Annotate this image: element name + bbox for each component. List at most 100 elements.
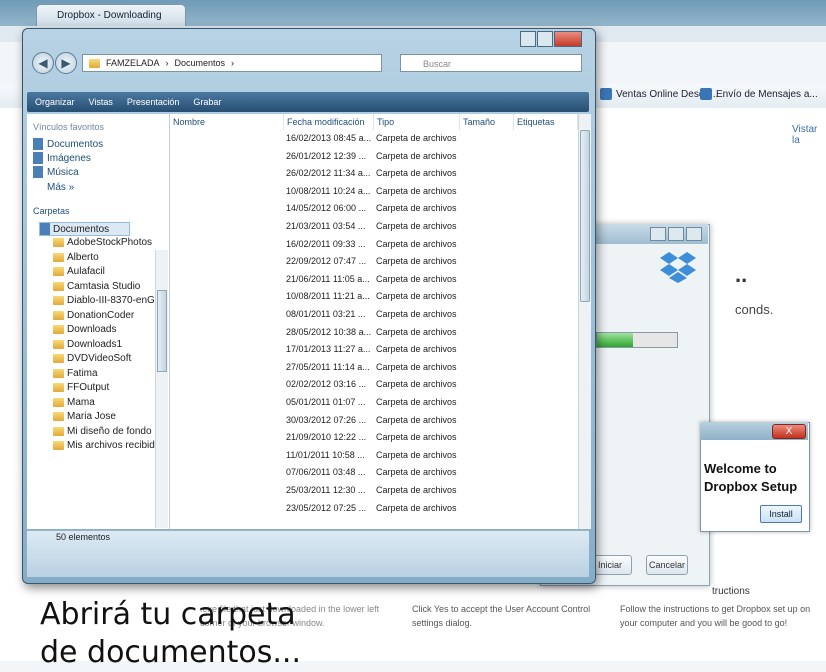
tree-folder[interactable]: DVDVideoSoft — [53, 353, 131, 364]
tree-folder[interactable]: Maria Jose — [53, 411, 116, 422]
search-input[interactable]: Buscar — [400, 54, 582, 72]
file-row[interactable]: Mama28/05/2012 10:38 a...Carpeta de arch… — [170, 325, 578, 340]
tree-label: FFOutput — [67, 382, 110, 393]
bookmark-2[interactable]: Envío de Mensajes a... — [700, 88, 818, 100]
folder-icon — [53, 281, 64, 291]
maximize-icon[interactable] — [537, 31, 553, 47]
tree-folder[interactable]: Fatima — [53, 368, 98, 379]
column-size[interactable]: Tamaño — [460, 114, 514, 130]
file-type: Carpeta de archivos — [376, 379, 457, 390]
more-link[interactable]: Más » — [47, 182, 74, 193]
folder-icon — [89, 58, 100, 68]
back-button[interactable]: ◀ — [32, 52, 54, 74]
file-row[interactable]: Alberto26/01/2012 12:39 ...Carpeta de ar… — [170, 149, 578, 164]
folder-icon — [53, 368, 64, 378]
file-type: Carpeta de archivos — [376, 502, 457, 513]
file-date: 10/08/2011 11:21 a... — [286, 291, 370, 302]
file-row[interactable]: Mi diseño de fondo27/05/2011 11:14 a...C… — [170, 360, 578, 375]
popup-install-button[interactable]: Install — [760, 505, 802, 523]
column-name[interactable]: Nombre — [170, 114, 284, 130]
step-3: Follow the instructions to get Dropbox s… — [620, 604, 811, 628]
folders-heading[interactable]: Carpetas — [33, 206, 70, 216]
tree-folder[interactable]: Camtasia Studio — [53, 281, 140, 292]
file-row[interactable]: DonationCoder21/03/2011 03:54 ...Carpeta… — [170, 219, 578, 234]
tree-folder[interactable]: Mi diseño de fondo — [53, 426, 152, 437]
file-row[interactable]: Diablo-III-8370-enGB-I...14/05/2012 06:0… — [170, 201, 578, 216]
installer-cancel-button[interactable]: Cancelar — [646, 555, 688, 575]
file-date: 16/02/2011 09:33 ... — [286, 238, 366, 249]
popup-close-button[interactable]: X — [772, 424, 806, 439]
file-date: 02/02/2012 03:16 ... — [286, 379, 367, 390]
column-date[interactable]: Fecha modificación — [284, 114, 374, 130]
tree-folder[interactable]: Downloads — [53, 324, 116, 335]
file-row[interactable]: Nokia Suite23/05/2012 07:25 ...Carpeta d… — [170, 501, 578, 516]
folder-icon — [53, 238, 64, 247]
tree-folder[interactable]: DonationCoder — [53, 310, 134, 321]
close-icon[interactable] — [686, 227, 702, 241]
burn-button[interactable]: Grabar — [193, 97, 221, 107]
tree-folder[interactable]: Mis archivos recibidos — [53, 440, 165, 451]
tree-label: AdobeStockPhotos — [67, 237, 153, 248]
tree-folder[interactable]: Mama — [53, 397, 95, 408]
views-button[interactable]: Vistas — [89, 97, 113, 107]
tree-folder[interactable]: Downloads1 — [53, 339, 122, 350]
address-bar[interactable]: FAMZELADA › Documentos › — [82, 54, 382, 72]
file-scroll-thumb[interactable] — [580, 130, 590, 302]
file-row[interactable]: Mis Creaciones Spore05/01/2011 01:07 ...… — [170, 395, 578, 410]
file-date: 10/08/2011 10:24 a... — [286, 185, 371, 196]
images-icon — [33, 152, 43, 164]
file-row[interactable]: FFOutput08/01/2011 03:21 ...Carpeta de a… — [170, 307, 578, 322]
folder-icon — [53, 441, 64, 450]
tree-label: Diablo-III-8370-enGB — [67, 295, 162, 306]
file-date: 07/06/2011 03:48 ... — [286, 467, 366, 478]
tree-folder[interactable]: Aulafacil — [53, 266, 105, 277]
nav-scroll-thumb[interactable] — [157, 290, 167, 372]
tree-folder[interactable]: FFOutput — [53, 382, 109, 393]
breadcrumb-item[interactable]: FAMZELADA — [106, 54, 160, 72]
slideshow-button[interactable]: Presentación — [127, 97, 180, 107]
folder-icon — [53, 296, 64, 305]
favorite-music[interactable]: Música — [33, 166, 79, 178]
file-row[interactable]: Aulafacil26/02/2012 11:34 a...Carpeta de… — [170, 166, 578, 181]
close-icon[interactable] — [554, 31, 582, 47]
breadcrumb-separator: › — [165, 58, 169, 68]
folder-icon — [53, 310, 64, 320]
file-type: Carpeta de archivos — [376, 414, 457, 425]
tree-label: Mama — [67, 396, 95, 408]
folder-icon — [53, 412, 64, 421]
file-row[interactable]: DVDVideoSoft21/06/2011 11:05 a...Carpeta… — [170, 272, 578, 287]
file-type: Carpeta de archivos — [376, 185, 457, 196]
tree-folder[interactable]: Diablo-III-8370-enGB — [53, 295, 162, 306]
tree-folder[interactable]: Alberto — [53, 252, 99, 263]
favorite-images[interactable]: Imágenes — [33, 152, 91, 164]
column-type[interactable]: Tipo — [374, 114, 460, 130]
tree-label: DVDVideoSoft — [67, 353, 132, 364]
tree-root-documents[interactable]: Documentos — [39, 222, 131, 236]
file-row[interactable]: Mis música21/09/2010 12:22 ...Carpeta de… — [170, 430, 578, 445]
file-row[interactable]: Fatima10/08/2011 11:21 a...Carpeta de ar… — [170, 289, 578, 304]
column-tags[interactable]: Etiquetas — [514, 114, 578, 130]
favorite-documents[interactable]: Documentos — [33, 138, 103, 150]
file-row[interactable]: Mis escaneos30/03/2012 07:26 ...Carpeta … — [170, 413, 578, 428]
file-row[interactable]: My ooVoo25/03/2011 12:30 ...Carpeta de a… — [170, 483, 578, 498]
minimize-icon[interactable] — [520, 31, 536, 47]
browser-tab[interactable]: Dropbox - Downloading — [36, 4, 186, 26]
file-row[interactable]: Downloads16/02/2011 09:33 ...Carpeta de … — [170, 237, 578, 252]
breadcrumb-item[interactable]: Documentos — [175, 54, 226, 72]
folder-icon — [53, 252, 64, 262]
file-date: 21/06/2011 11:05 a... — [286, 273, 370, 284]
right-link[interactable]: Vistar la — [792, 124, 826, 146]
minimize-icon[interactable] — [650, 227, 666, 241]
file-row[interactable]: AdobeStockPhotos16/02/2013 08:45 a...Car… — [170, 131, 578, 146]
tree-folder[interactable]: AdobeStockPhotos — [53, 237, 152, 248]
file-row[interactable]: My Cmaps07/06/2011 03:48 ...Carpeta de a… — [170, 465, 578, 480]
file-row[interactable]: Downloads122/09/2012 07:47 ...Carpeta de… — [170, 254, 578, 269]
file-row[interactable]: Maria Jose17/01/2013 11:27 a...Carpeta d… — [170, 342, 578, 357]
file-row[interactable]: My Cheat Tables11/01/2011 10:58 ...Carpe… — [170, 448, 578, 463]
file-row[interactable]: Mis archivos recibidos02/02/2012 03:16 .… — [170, 377, 578, 392]
organize-button[interactable]: Organizar — [35, 97, 75, 107]
file-row[interactable]: Camtasia Studio10/08/2011 10:24 a...Carp… — [170, 184, 578, 199]
file-type: Carpeta de archivos — [376, 326, 457, 337]
forward-button[interactable]: ▶ — [55, 52, 77, 74]
maximize-icon[interactable] — [668, 227, 684, 241]
